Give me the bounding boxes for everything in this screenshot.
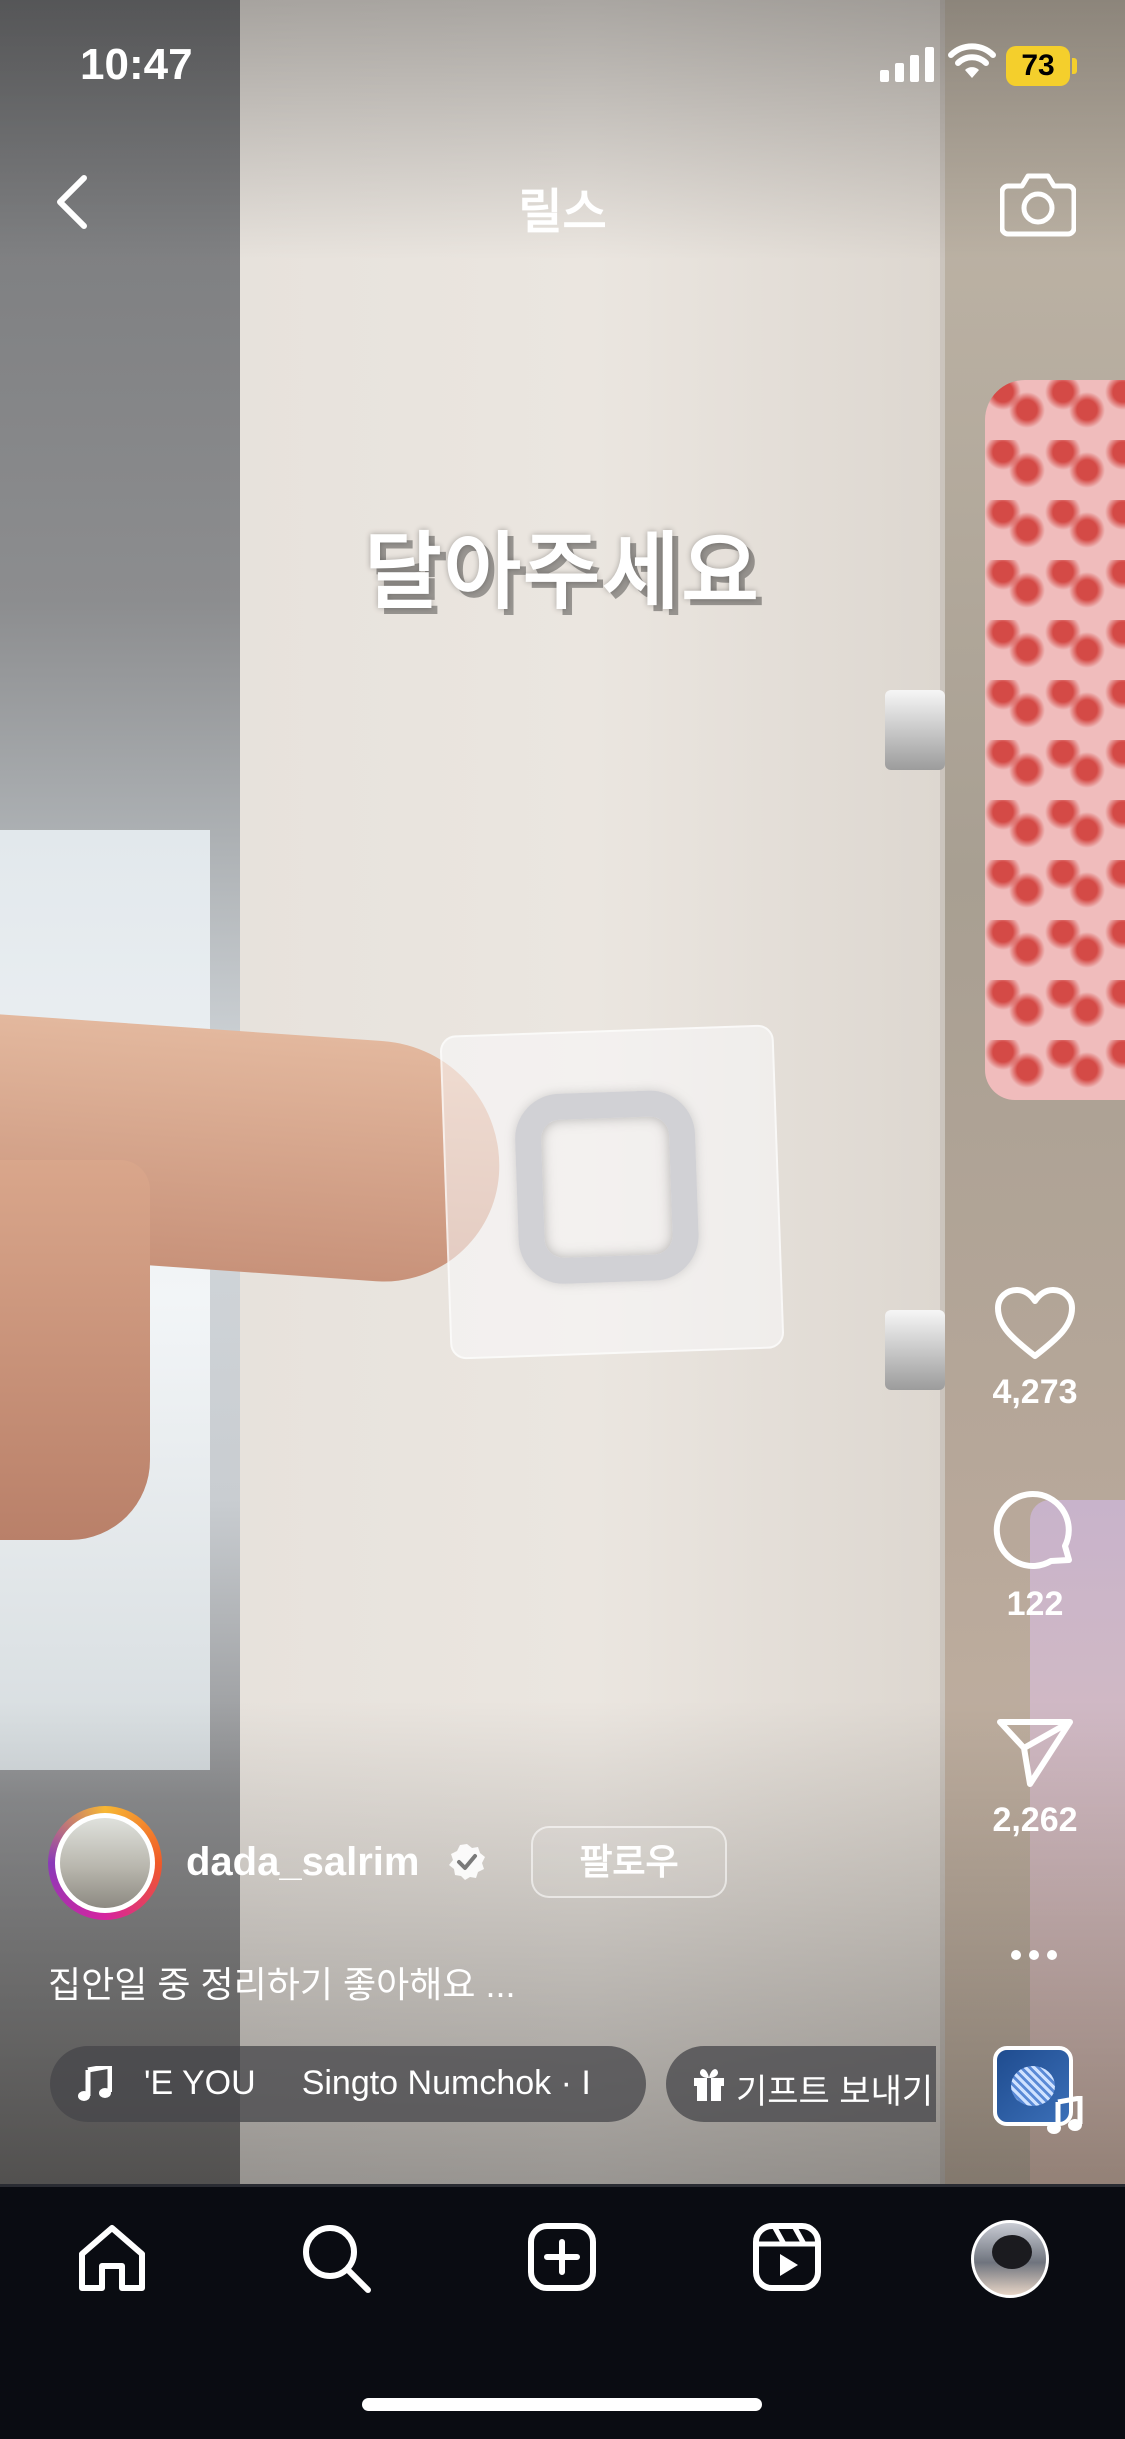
video-hinge-upper	[885, 690, 945, 770]
comment-action[interactable]: 122	[970, 1490, 1100, 1624]
reels-icon[interactable]	[752, 2222, 822, 2292]
camera-icon[interactable]	[1000, 168, 1076, 238]
home-indicator	[362, 2398, 762, 2411]
author-username[interactable]: dada_salrim	[186, 1840, 419, 1885]
comment-count: 122	[1006, 1585, 1064, 1623]
video-overlay-text: 달아주세요	[364, 525, 761, 619]
search-icon[interactable]	[300, 2222, 372, 2294]
cellular-signal-icon	[880, 47, 934, 82]
send-gift-button[interactable]: 기프트 보내기	[666, 2046, 936, 2122]
home-icon[interactable]	[76, 2222, 148, 2294]
audio-attribution[interactable]: 'E YOU Singto Numchok · I	[50, 2046, 646, 2122]
paper-plane-icon[interactable]	[996, 1716, 1074, 1788]
share-count: 2,262	[992, 1801, 1078, 1839]
audio-track-title: 'E YOU	[144, 2064, 256, 2102]
battery-indicator: 73	[1006, 46, 1070, 86]
share-action[interactable]: 2,262	[970, 1716, 1100, 1840]
video-hanging-clothes	[985, 380, 1125, 1100]
plus-square-icon[interactable]	[527, 2222, 597, 2292]
like-count: 4,273	[992, 1373, 1078, 1411]
profile-avatar-tab[interactable]	[971, 2220, 1049, 2298]
comment-icon[interactable]	[993, 1490, 1077, 1572]
status-time: 10:47	[80, 40, 193, 89]
video-hinge-lower	[885, 1310, 945, 1390]
like-action[interactable]: 4,273	[970, 1286, 1100, 1412]
ellipsis-icon[interactable]	[1010, 1948, 1058, 1962]
send-gift-label: 기프트 보내기	[736, 2073, 934, 2111]
video-adhesive-hook	[439, 1024, 785, 1360]
music-note-icon	[78, 2066, 112, 2101]
follow-button[interactable]: 팔로우	[531, 1826, 727, 1898]
author-avatar[interactable]	[48, 1806, 162, 1920]
audio-artist: Singto Numchok · I	[301, 2064, 591, 2102]
video-hand-palm	[0, 1160, 150, 1540]
music-note-icon	[1047, 2096, 1083, 2134]
verified-badge-icon	[449, 1844, 485, 1880]
wifi-icon	[948, 43, 996, 78]
heart-icon[interactable]	[994, 1286, 1076, 1360]
page-title: 릴스	[518, 186, 607, 239]
gift-icon	[694, 2069, 724, 2101]
post-caption[interactable]: 집안일 중 정리하기 좋아해요 ...	[48, 1956, 515, 2008]
